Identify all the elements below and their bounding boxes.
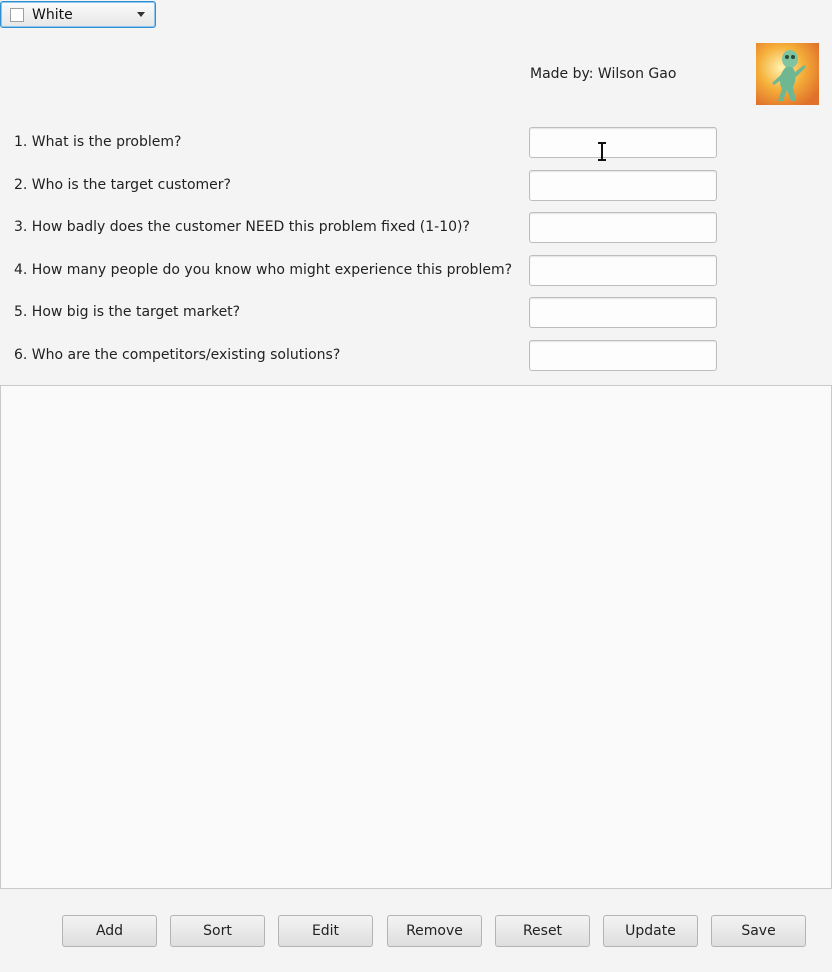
answer-field-4[interactable]	[529, 255, 717, 286]
text-cursor-icon	[597, 142, 607, 161]
remove-button[interactable]: Remove	[387, 915, 482, 947]
ideas-list[interactable]	[0, 385, 832, 889]
chevron-down-icon	[137, 12, 145, 17]
avatar	[756, 43, 819, 105]
reset-button[interactable]: Reset	[495, 915, 590, 947]
question-label-5: 5. How big is the target market?	[14, 304, 241, 320]
edit-button[interactable]: Edit	[278, 915, 373, 947]
question-label-4: 4. How many people do you know who might…	[14, 262, 513, 278]
add-button[interactable]: Add	[62, 915, 157, 947]
answer-field-6[interactable]	[529, 340, 717, 371]
answer-field-3[interactable]	[529, 212, 717, 243]
color-picker-label: White	[32, 6, 73, 23]
save-button[interactable]: Save	[711, 915, 806, 947]
question-label-6: 6. Who are the competitors/existing solu…	[14, 347, 341, 363]
question-label-1: 1. What is the problem?	[14, 134, 182, 150]
author-credit: Made by: Wilson Gao	[530, 66, 677, 82]
answer-field-2[interactable]	[529, 170, 717, 201]
question-label-3: 3. How badly does the customer NEED this…	[14, 219, 470, 235]
sort-button[interactable]: Sort	[170, 915, 265, 947]
answer-field-5[interactable]	[529, 297, 717, 328]
color-swatch	[10, 7, 24, 22]
answer-field-1[interactable]	[529, 127, 717, 158]
color-picker[interactable]: White	[0, 1, 156, 28]
question-label-2: 2. Who is the target customer?	[14, 177, 231, 193]
update-button[interactable]: Update	[603, 915, 698, 947]
